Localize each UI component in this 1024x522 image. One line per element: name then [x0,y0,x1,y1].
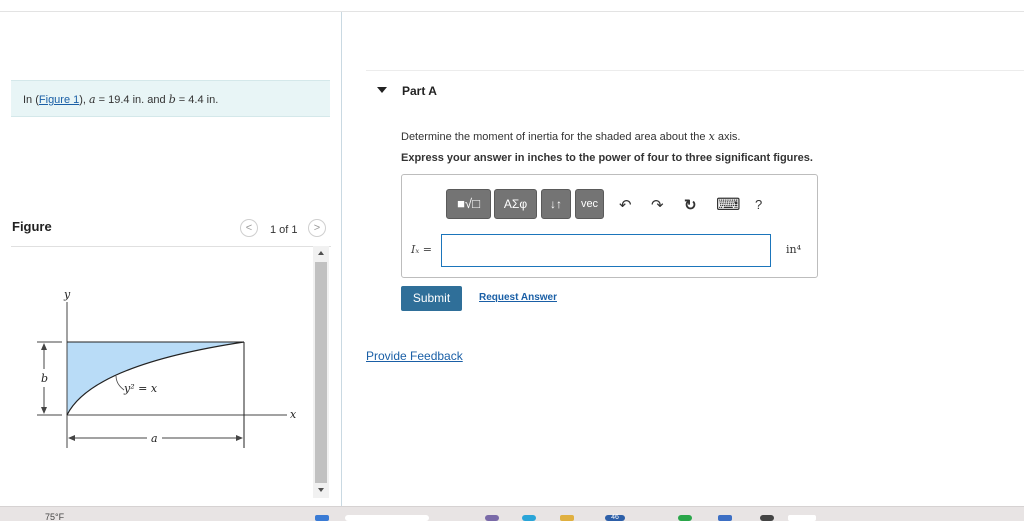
next-figure-button[interactable]: > [308,219,326,237]
app-icon[interactable] [485,515,499,521]
b-label: b [41,372,48,385]
shaded-area [67,342,244,415]
a-label: a [151,432,158,445]
notification-badge[interactable]: 46 [605,514,625,521]
figure-scrollbar[interactable] [313,246,329,498]
collapse-caret-icon[interactable] [377,87,387,93]
answer-units: in⁴ [786,243,802,256]
reset-icon[interactable]: ↻ [684,196,697,214]
figure-link[interactable]: Figure 1 [39,94,79,106]
templates-button[interactable]: ■√□ [446,189,491,219]
scroll-thumb[interactable] [315,262,327,483]
scroll-up-icon[interactable] [318,251,324,255]
mail-icon[interactable] [718,515,732,521]
keyboard-icon[interactable]: ⌨ [716,195,741,215]
part-divider [366,70,1024,71]
a-arrow-left [68,435,75,441]
media-icon[interactable] [760,515,774,521]
problem-text: In (Figure 1), a = 19.4 in. and b = 4.4 … [23,93,218,106]
start-icon[interactable] [315,515,329,521]
question-suffix: axis. [714,131,741,143]
answer-input[interactable] [441,234,771,267]
panel-divider [341,12,342,506]
arrows-icon: ↓↑ [550,197,562,211]
undo-icon[interactable]: ↶ [619,196,632,214]
redo-icon[interactable]: ↷ [651,196,664,214]
b-value: = 4.4 in. [175,94,219,106]
request-answer-link[interactable]: Request Answer [479,292,557,303]
b-arrow-down [41,407,47,414]
provide-feedback-link[interactable]: Provide Feedback [366,349,463,363]
greek-icon: ΑΣφ [503,197,528,211]
tray-icon[interactable] [788,515,816,521]
chevron-right-icon: > [313,222,321,234]
x-axis-label: x [290,408,297,421]
instruction-text: Express your answer in inches to the pow… [401,152,813,164]
top-divider [0,11,1024,12]
mid-text: ), [79,94,90,106]
figure-diagram: b a y x y² = x [37,288,297,448]
templates-icon: ■√□ [457,196,480,211]
answer-label: Iₓ = [411,243,432,256]
vec-icon: vec [580,198,599,210]
search-icon[interactable] [345,515,429,521]
var-b: b [168,93,176,106]
part-title[interactable]: Part A [402,84,437,98]
y-axis-label: y [63,288,71,301]
problem-statement: In (Figure 1), a = 19.4 in. and b = 4.4 … [11,80,330,117]
b-arrow-up [41,343,47,350]
chevron-left-icon: < [245,222,253,234]
browser-icon[interactable] [522,515,536,521]
figure-title: Figure [12,219,52,234]
intro-text: In ( [23,94,39,106]
greek-button[interactable]: ΑΣφ [494,189,537,219]
help-icon[interactable]: ? [755,197,762,212]
curve-leader [115,375,125,391]
question-text: Determine the moment of inertia for the … [401,130,740,143]
taskbar: 75°F 46 [0,506,1024,522]
chat-icon[interactable] [678,515,692,521]
figure-divider [11,246,331,247]
scroll-down-icon[interactable] [318,488,324,492]
a-arrow-right [236,435,243,441]
vec-button[interactable]: vec [575,189,604,219]
curve-label: y² = x [123,382,158,395]
prev-figure-button[interactable]: < [240,219,258,237]
a-value: = 19.4 in. and [95,94,169,106]
question-prefix: Determine the moment of inertia for the … [401,131,709,143]
weather-temp: 75°F [45,512,65,522]
folder-icon[interactable] [560,515,574,521]
arrows-button[interactable]: ↓↑ [541,189,571,219]
submit-button[interactable]: Submit [401,286,462,311]
figure-pager: 1 of 1 [270,224,298,236]
